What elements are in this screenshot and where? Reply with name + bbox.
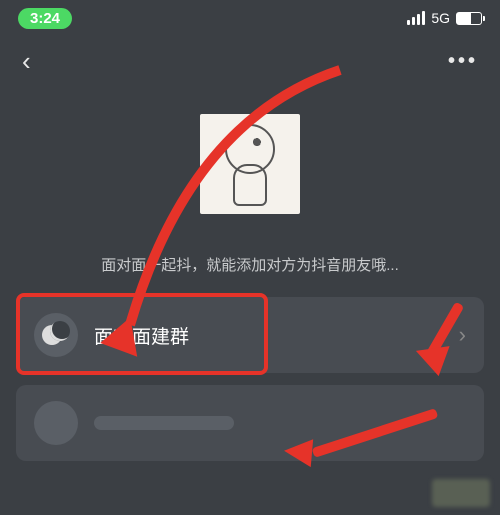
placeholder-text — [94, 416, 234, 430]
placeholder-avatar-icon — [34, 401, 78, 445]
signal-icon — [407, 11, 425, 25]
more-button[interactable]: ••• — [448, 50, 478, 73]
network-label: 5G — [431, 10, 450, 26]
watermark-blur — [432, 479, 490, 507]
status-right: 5G — [407, 10, 482, 26]
option-list: 面对面建群 › — [0, 297, 500, 461]
hero-subtitle: 面对面一起抖，就能添加对方为抖音朋友哦... — [81, 254, 419, 275]
hero-section: 面对面一起抖，就能添加对方为抖音朋友哦... — [0, 114, 500, 275]
annotation-arrow-3-head — [283, 437, 313, 467]
chevron-right-icon: › — [459, 322, 466, 348]
hero-avatar — [200, 114, 300, 214]
sketch-icon — [215, 124, 285, 204]
battery-icon — [456, 12, 482, 25]
status-bar: 3:24 5G — [0, 0, 500, 36]
back-button[interactable]: ‹ — [22, 46, 31, 77]
status-time: 3:24 — [18, 8, 72, 29]
annotation-arrow-1-head — [97, 317, 137, 362]
face-to-face-icon — [34, 313, 78, 357]
nav-bar: ‹ ••• — [0, 36, 500, 86]
